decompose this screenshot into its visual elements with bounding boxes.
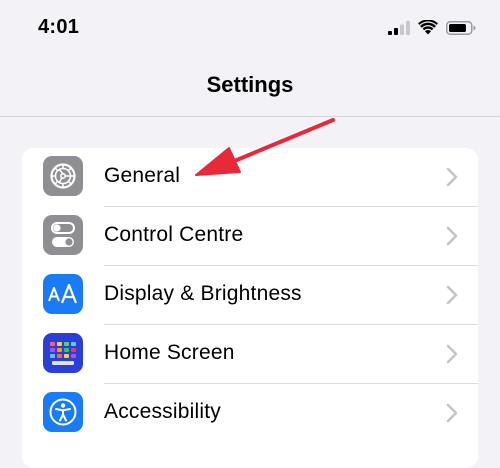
settings-item-label: Accessibility [104,400,221,423]
battery-icon [446,20,476,35]
status-time: 4:01 [38,16,80,38]
settings-item-label: Display & Brightness [104,282,302,305]
settings-item-label: Control Centre [104,223,244,246]
settings-item-display-brightness[interactable]: Display & Brightness [22,266,478,325]
chevron-right-icon [446,226,458,246]
status-bar: 4:01 [0,0,500,60]
wifi-icon [418,20,438,35]
toggle-switches-icon [43,215,83,255]
settings-item-home-screen[interactable]: Home Screen [22,325,478,384]
page-title: Settings [206,72,294,97]
settings-item-accessibility[interactable]: Accessibility [22,384,478,443]
settings-item-label: General [104,164,181,187]
settings-item-general[interactable]: General [22,148,478,207]
settings-list: General Control Centre Display & Brightn… [22,148,478,468]
cellular-signal-icon [388,20,410,35]
settings-item-label: Home Screen [104,341,235,364]
text-size-aa-icon [43,274,83,314]
chevron-right-icon [446,285,458,305]
gear-icon [43,156,83,196]
chevron-right-icon [446,167,458,187]
nav-divider [0,116,500,117]
chevron-right-icon [446,344,458,364]
status-icons [388,20,476,35]
app-grid-icon [43,333,83,373]
chevron-right-icon [446,403,458,423]
settings-item-control-centre[interactable]: Control Centre [22,207,478,266]
accessibility-person-icon [43,392,83,432]
